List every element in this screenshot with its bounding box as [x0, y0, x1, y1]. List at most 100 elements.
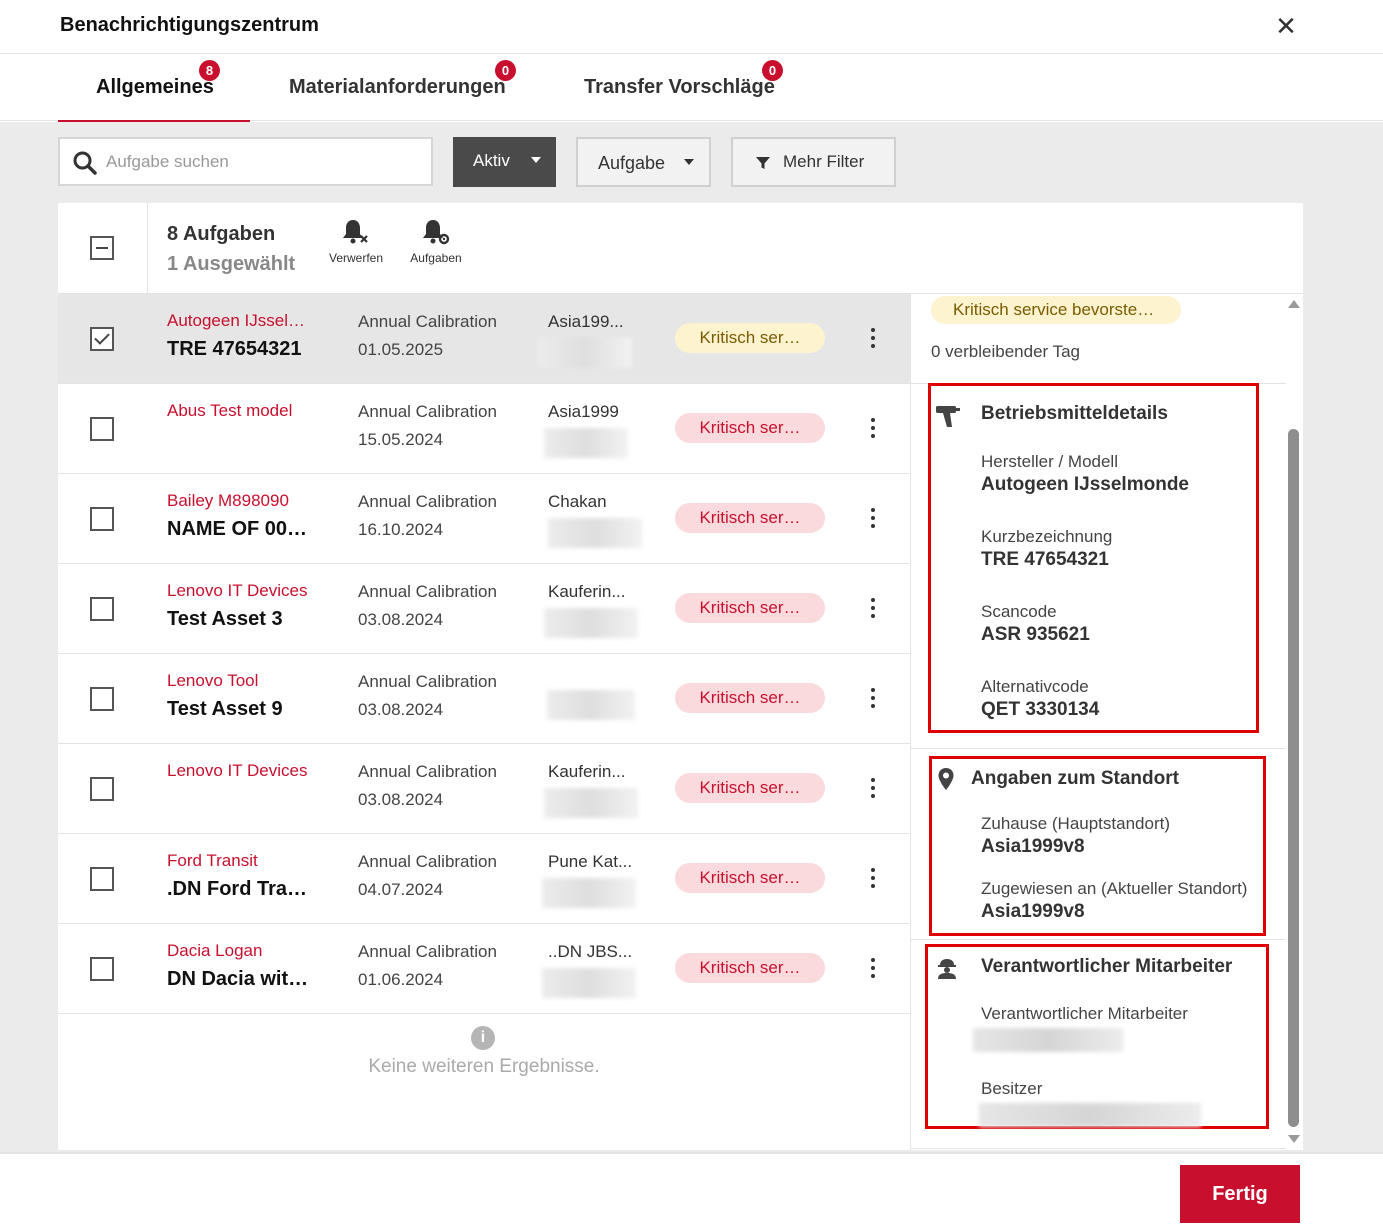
tab-transfer-vorschlaege[interactable]: Transfer Vorschläge 0	[565, 54, 800, 121]
row-location: Asia199...	[548, 312, 624, 331]
row-manufacturer: Bailey M898090	[167, 491, 289, 510]
tab-allgemeines[interactable]: Allgemeines 8	[58, 54, 250, 122]
more-filters-button[interactable]: Mehr Filter	[731, 137, 896, 187]
row-manufacturer: Ford Transit	[167, 851, 258, 870]
list-header: 8 Aufgaben 1 Ausgewählt Verwerfen Aufgab…	[58, 203, 1303, 294]
type-filter-dropdown[interactable]: Aufgabe	[576, 137, 711, 187]
tab-materialanforderungen[interactable]: Materialanforderungen 0	[270, 54, 535, 121]
status-badge: Kritisch ser…	[675, 773, 825, 803]
row-manufacturer: Dacia Logan	[167, 941, 263, 960]
scroll-up-icon[interactable]	[1288, 300, 1300, 308]
row-manufacturer: Autogeen IJssel…	[167, 311, 305, 330]
tab-badge: 0	[762, 60, 783, 81]
row-checkbox[interactable]	[90, 867, 114, 891]
redacted-field	[547, 690, 635, 720]
done-button[interactable]: Fertig	[1180, 1165, 1300, 1223]
selected-count: 1 Ausgewählt	[167, 253, 296, 275]
row-task: Annual Calibration	[358, 492, 497, 511]
status-filter-label: Aktiv	[473, 151, 510, 170]
task-panel: 8 Aufgaben 1 Ausgewählt Verwerfen Aufgab…	[58, 203, 1303, 1150]
scroll-down-icon[interactable]	[1288, 1135, 1300, 1143]
field-value: QET 3330134	[981, 699, 1100, 720]
row-menu-icon[interactable]	[866, 774, 880, 802]
row-menu-icon[interactable]	[866, 684, 880, 712]
search-input[interactable]	[106, 147, 416, 177]
row-checkbox[interactable]	[90, 687, 114, 711]
row-asset-name: .DN Ford Tra…	[167, 878, 308, 900]
more-filters-label: Mehr Filter	[783, 152, 865, 171]
task-row[interactable]: Dacia Logan DN Dacia wit… Annual Calibra…	[58, 924, 910, 1014]
tab-bar: Allgemeines 8 Materialanforderungen 0 Tr…	[0, 54, 1383, 122]
task-row[interactable]: Abus Test model Annual Calibration 15.05…	[58, 384, 910, 474]
task-count: 8 Aufgaben	[167, 223, 276, 245]
row-location: Chakan	[548, 492, 607, 511]
row-checkbox[interactable]	[90, 507, 114, 531]
field-label: Besitzer	[981, 1079, 1043, 1098]
status-badge: Kritisch ser…	[675, 683, 825, 713]
asset-details-title: Betriebsmitteldetails	[981, 403, 1168, 424]
detail-scrollbar[interactable]	[1284, 294, 1303, 1150]
row-menu-icon[interactable]	[866, 954, 880, 982]
redacted-field	[542, 878, 636, 908]
row-menu-icon[interactable]	[866, 324, 880, 352]
task-row[interactable]: Lenovo Tool Test Asset 9 Annual Calibrat…	[58, 654, 910, 744]
row-checkbox[interactable]	[90, 327, 114, 351]
task-row[interactable]: Bailey M898090 NAME OF 00… Annual Calibr…	[58, 474, 910, 564]
divider	[911, 939, 1286, 940]
row-checkbox[interactable]	[90, 957, 114, 981]
row-task: Annual Calibration	[358, 582, 497, 601]
task-row[interactable]: Lenovo IT Devices Annual Calibration 03.…	[58, 744, 910, 834]
task-row[interactable]: Ford Transit .DN Ford Tra… Annual Calibr…	[58, 834, 910, 924]
redacted-field	[544, 608, 638, 638]
row-asset-name: TRE 47654321	[167, 338, 302, 360]
row-date: 03.08.2024	[358, 700, 444, 719]
select-all-checkbox[interactable]	[90, 236, 114, 260]
tab-badge: 0	[495, 60, 516, 81]
row-asset-name: Test Asset 3	[167, 608, 283, 630]
dismiss-label: Verwerfen	[328, 251, 384, 265]
info-icon: i	[471, 1026, 495, 1050]
row-date: 03.08.2024	[358, 790, 444, 809]
status-badge: Kritisch ser…	[675, 593, 825, 623]
redacted-field	[548, 518, 642, 548]
dismiss-button[interactable]: Verwerfen	[321, 217, 391, 277]
row-checkbox[interactable]	[90, 597, 114, 621]
row-checkbox[interactable]	[90, 417, 114, 441]
tab-label: Allgemeines	[96, 76, 214, 98]
status-filter-dropdown[interactable]: Aktiv	[453, 137, 556, 187]
tab-badge: 8	[199, 60, 220, 81]
row-menu-icon[interactable]	[866, 414, 880, 442]
close-icon[interactable]: ✕	[1272, 12, 1300, 40]
tasks-button[interactable]: Aufgaben	[401, 217, 471, 277]
row-location: ..DN JBS...	[548, 942, 633, 961]
drill-icon	[936, 406, 960, 427]
remaining-days: 0 verbleibender Tag	[931, 342, 1081, 361]
status-badge: Kritisch ser…	[675, 323, 825, 353]
map-pin-icon	[938, 768, 954, 790]
row-menu-icon[interactable]	[866, 864, 880, 892]
field-value: ASR 935621	[981, 624, 1090, 645]
redacted-field	[979, 1103, 1201, 1127]
dialog-title: Benachrichtigungszentrum	[60, 14, 319, 36]
row-menu-icon[interactable]	[866, 594, 880, 622]
row-checkbox[interactable]	[90, 777, 114, 801]
redacted-field	[973, 1028, 1123, 1052]
divider	[911, 1148, 1286, 1149]
task-row[interactable]: Autogeen IJssel… TRE 47654321 Annual Cal…	[58, 294, 910, 384]
row-date: 04.07.2024	[358, 880, 444, 899]
chevron-down-icon	[684, 159, 694, 165]
row-asset-name: DN Dacia wit…	[167, 968, 309, 990]
task-row[interactable]: Lenovo IT Devices Test Asset 3 Annual Ca…	[58, 564, 910, 654]
row-menu-icon[interactable]	[866, 504, 880, 532]
detail-pane: Kritisch service bevorstehend 0 verbleib…	[910, 294, 1303, 1150]
tab-label: Transfer Vorschläge	[584, 76, 775, 98]
chevron-down-icon	[531, 157, 541, 163]
scrollbar-thumb[interactable]	[1288, 429, 1299, 1127]
row-task: Annual Calibration	[358, 852, 497, 871]
employee-details-title: Verantwortlicher Mitarbeiter	[981, 956, 1233, 977]
row-date: 16.10.2024	[358, 520, 444, 539]
row-date: 15.05.2024	[358, 430, 444, 449]
dialog-footer: Fertig	[0, 1152, 1383, 1225]
row-location: Pune Kat...	[548, 852, 633, 871]
type-filter-label: Aufgabe	[598, 153, 666, 173]
